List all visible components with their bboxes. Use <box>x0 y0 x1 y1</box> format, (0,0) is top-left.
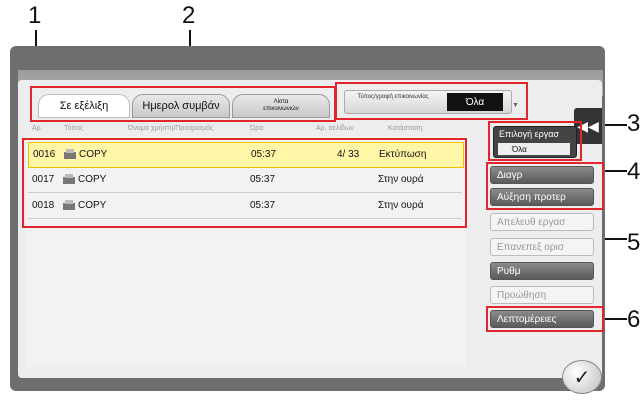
callout-2: 2 <box>182 2 196 29</box>
release-job-button[interactable]: Απελευθ εργασ <box>490 213 594 231</box>
header-user: Όνομα χρήστη/Προορισμός <box>128 125 214 132</box>
highlight-box-details <box>486 306 604 332</box>
header-time: Ώρα <box>250 125 264 132</box>
header-type: Τύπος <box>64 125 84 132</box>
settings-button[interactable]: Ρυθμ <box>490 262 594 280</box>
callout-4-line <box>604 170 627 172</box>
highlight-box-tabs <box>30 86 336 122</box>
highlight-box-type <box>335 82 528 120</box>
callout-6-line <box>604 318 627 320</box>
callout-5: 5 <box>627 229 641 256</box>
highlight-box-job-select <box>488 121 582 161</box>
callout-4: 4 <box>627 158 641 185</box>
ok-button[interactable]: ✓ <box>562 360 602 394</box>
highlight-box-table <box>22 138 467 228</box>
check-job-button[interactable]: Επανεπεξ ορισ <box>490 238 594 256</box>
callout-1: 1 <box>28 2 42 29</box>
header-status: Κατάσταση <box>388 125 423 132</box>
callout-6: 6 <box>627 306 641 333</box>
highlight-box-delete-priority <box>486 162 604 210</box>
header-pages: Αρ. σελίδων <box>316 125 354 132</box>
callout-3: 3 <box>627 110 641 137</box>
advance-button[interactable]: Προώθηση <box>490 286 594 304</box>
header-no: Αρ. <box>32 125 43 132</box>
